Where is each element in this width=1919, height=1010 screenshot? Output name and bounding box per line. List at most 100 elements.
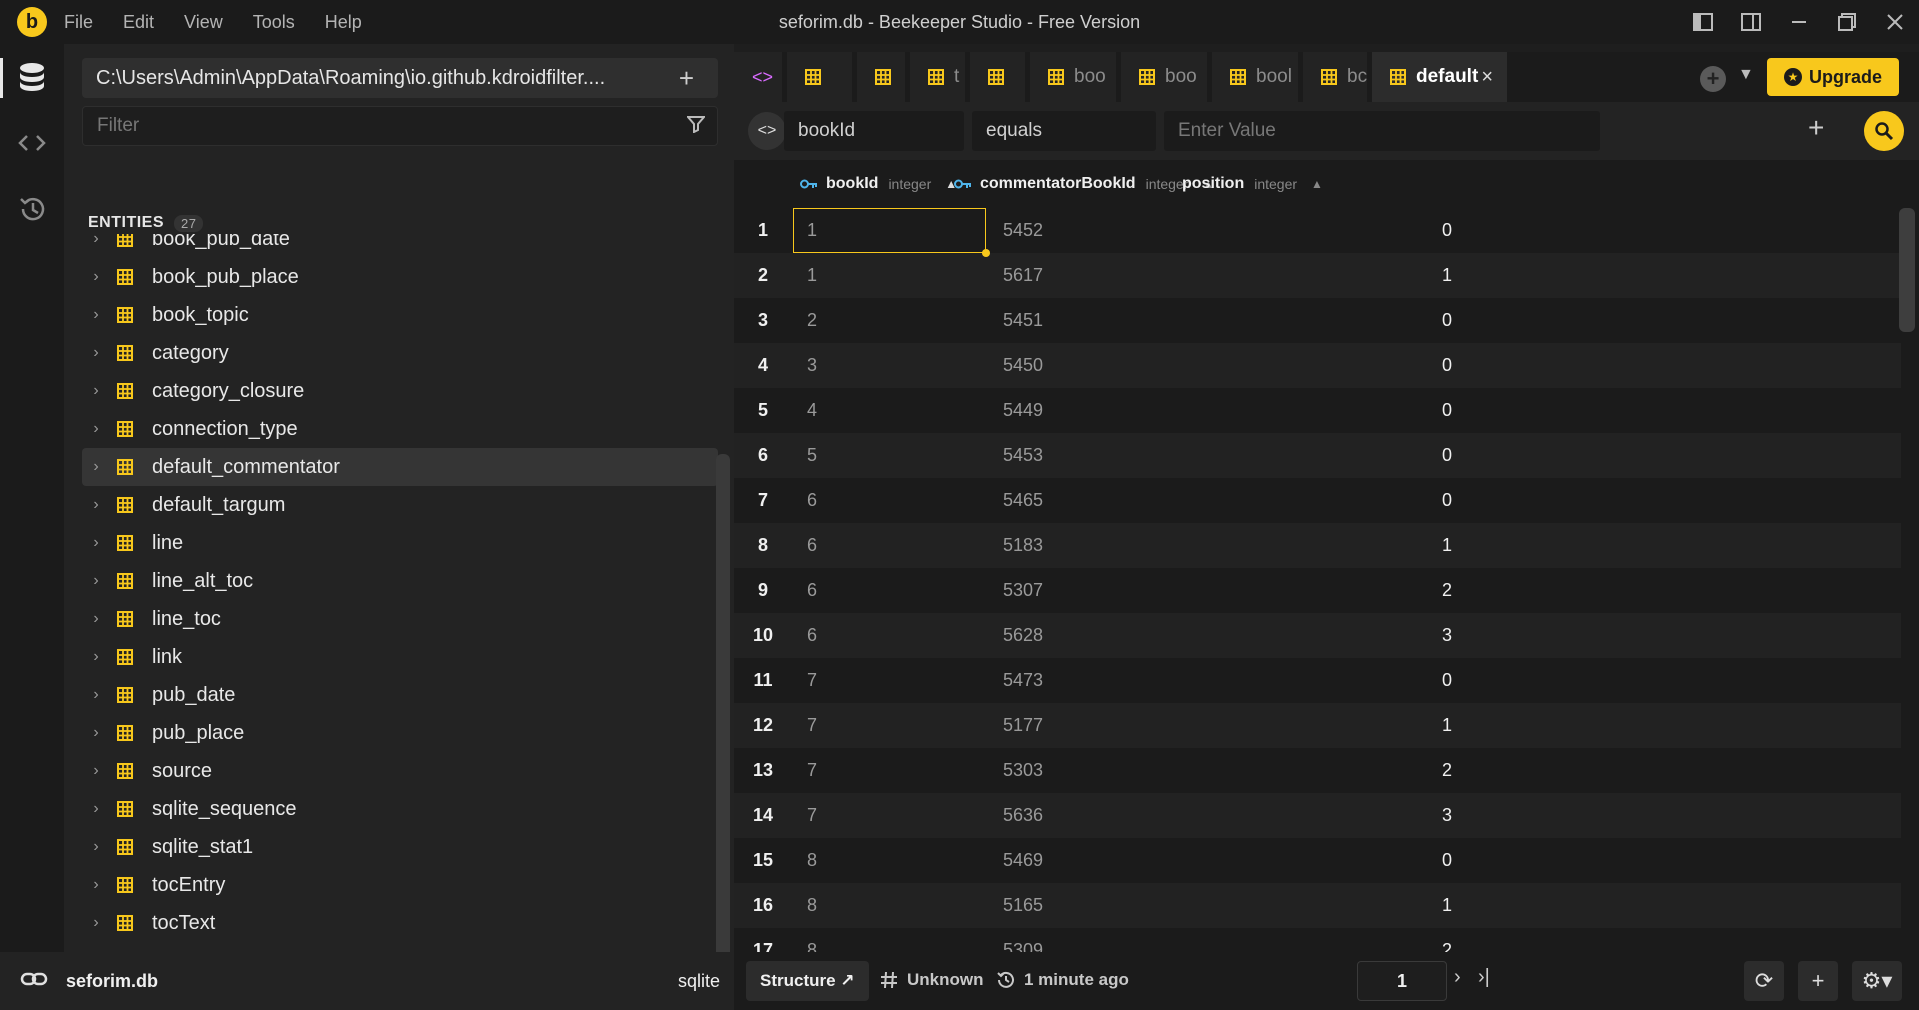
entity-item-book-pub-place[interactable]: › book_pub_place bbox=[82, 258, 718, 296]
add-connection-button[interactable]: + bbox=[679, 63, 694, 94]
menu-help[interactable]: Help bbox=[325, 12, 362, 33]
cell-commentatorbookid[interactable]: 5451 bbox=[1003, 310, 1043, 331]
toggle-panel-icon[interactable] bbox=[1727, 0, 1775, 44]
tab-query[interactable]: <> bbox=[734, 52, 782, 102]
chevron-right-icon[interactable]: › bbox=[82, 382, 110, 400]
table-row[interactable]: 8 6 5183 1 bbox=[734, 523, 1901, 568]
cell-position[interactable]: 0 bbox=[1422, 490, 1452, 511]
cell-commentatorbookid[interactable]: 5177 bbox=[1003, 715, 1043, 736]
cell-position[interactable]: 0 bbox=[1422, 355, 1452, 376]
menu-view[interactable]: View bbox=[184, 12, 223, 33]
cell-bookid[interactable]: 7 bbox=[807, 760, 817, 781]
cell-position[interactable]: 1 bbox=[1422, 895, 1452, 916]
page-number-input[interactable]: 1 bbox=[1357, 961, 1447, 1001]
entity-item-default-commentator[interactable]: › default_commentator bbox=[82, 448, 718, 486]
cell-position[interactable]: 0 bbox=[1422, 445, 1452, 466]
tab-table-2[interactable] bbox=[857, 52, 905, 102]
cell-bookid[interactable]: 6 bbox=[807, 490, 817, 511]
cell-bookid[interactable]: 2 bbox=[807, 310, 817, 331]
tab-table-8[interactable]: bc bbox=[1303, 52, 1367, 102]
table-row[interactable]: 7 6 5465 0 bbox=[734, 478, 1901, 523]
cell-commentatorbookid[interactable]: 5473 bbox=[1003, 670, 1043, 691]
search-icon[interactable] bbox=[1864, 111, 1904, 151]
tab-table-4[interactable] bbox=[970, 52, 1025, 102]
cell-commentatorbookid[interactable]: 5307 bbox=[1003, 580, 1043, 601]
toggle-sidebar-icon[interactable] bbox=[1679, 0, 1727, 44]
cell-bookid[interactable]: 7 bbox=[807, 715, 817, 736]
chevron-right-icon[interactable]: › bbox=[82, 838, 110, 856]
entity-item-book-topic[interactable]: › book_topic bbox=[82, 296, 718, 334]
entity-item-link[interactable]: › link bbox=[82, 638, 718, 676]
table-row[interactable]: 6 5 5453 0 bbox=[734, 433, 1901, 478]
entity-item-sqlite-stat1[interactable]: › sqlite_stat1 bbox=[82, 828, 718, 866]
entity-item-line-toc[interactable]: › line_toc bbox=[82, 600, 718, 638]
entity-item-source[interactable]: › source bbox=[82, 752, 718, 790]
column-header-position[interactable]: position integer ▲ bbox=[1182, 160, 1323, 208]
cell-position[interactable]: 2 bbox=[1422, 940, 1452, 952]
last-page-icon[interactable]: ›| bbox=[1478, 966, 1490, 989]
cell-commentatorbookid[interactable]: 5309 bbox=[1003, 940, 1043, 952]
cell-position[interactable]: 3 bbox=[1422, 805, 1452, 826]
cell-bookid[interactable]: 1 bbox=[807, 265, 817, 286]
raw-filter-code-icon[interactable]: <> bbox=[748, 112, 786, 150]
entity-item-category-closure[interactable]: › category_closure bbox=[82, 372, 718, 410]
table-row[interactable]: 11 7 5473 0 bbox=[734, 658, 1901, 703]
chevron-right-icon[interactable]: › bbox=[82, 268, 110, 286]
sidebar-scrollbar[interactable] bbox=[716, 454, 730, 996]
menu-tools[interactable]: Tools bbox=[253, 12, 295, 33]
table-row[interactable]: 16 8 5165 1 bbox=[734, 883, 1901, 928]
column-header-bookid[interactable]: bookId integer ▲ bbox=[800, 160, 957, 208]
minimize-icon[interactable] bbox=[1775, 0, 1823, 44]
chevron-right-icon[interactable]: › bbox=[82, 914, 110, 932]
table-row[interactable]: 5 4 5449 0 bbox=[734, 388, 1901, 433]
chevron-right-icon[interactable]: › bbox=[82, 610, 110, 628]
cell-bookid[interactable]: 8 bbox=[807, 940, 817, 952]
settings-gear-icon[interactable]: ⚙▾ bbox=[1852, 961, 1902, 1001]
cell-bookid[interactable]: 8 bbox=[807, 850, 817, 871]
table-row[interactable]: 2 1 5617 1 bbox=[734, 253, 1901, 298]
cell-position[interactable]: 0 bbox=[1422, 670, 1452, 691]
cell-position[interactable]: 2 bbox=[1422, 760, 1452, 781]
next-page-icon[interactable]: › bbox=[1454, 966, 1461, 989]
tab-table-9[interactable]: default × bbox=[1372, 52, 1507, 102]
upgrade-button[interactable]: ★ Upgrade bbox=[1767, 58, 1899, 96]
chevron-right-icon[interactable]: › bbox=[82, 534, 110, 552]
cell-position[interactable]: 3 bbox=[1422, 625, 1452, 646]
tab-table-3[interactable]: t bbox=[910, 52, 965, 102]
chevron-right-icon[interactable]: › bbox=[82, 876, 110, 894]
cell-position[interactable]: 2 bbox=[1422, 580, 1452, 601]
chevron-right-icon[interactable]: › bbox=[82, 420, 110, 438]
connection-path[interactable]: C:\Users\Admin\AppData\Roaming\io.github… bbox=[82, 58, 718, 98]
chevron-right-icon[interactable]: › bbox=[82, 762, 110, 780]
cell-position[interactable]: 0 bbox=[1422, 220, 1452, 241]
cell-commentatorbookid[interactable]: 5303 bbox=[1003, 760, 1043, 781]
cell-bookid[interactable]: 3 bbox=[807, 355, 817, 376]
column-header-commentatorbookid[interactable]: commentatorBookId integer ▲ bbox=[954, 160, 1214, 208]
chevron-right-icon[interactable]: › bbox=[82, 800, 110, 818]
entity-item-pub-date[interactable]: › pub_date bbox=[82, 676, 718, 714]
cell-position[interactable]: 0 bbox=[1422, 310, 1452, 331]
entity-item-pub-place[interactable]: › pub_place bbox=[82, 714, 718, 752]
cell-commentatorbookid[interactable]: 5450 bbox=[1003, 355, 1043, 376]
table-row[interactable]: 9 6 5307 2 bbox=[734, 568, 1901, 613]
cell-commentatorbookid[interactable]: 5636 bbox=[1003, 805, 1043, 826]
structure-button[interactable]: Structure ↗ bbox=[746, 961, 869, 1001]
entity-item-sqlite-sequence[interactable]: › sqlite_sequence bbox=[82, 790, 718, 828]
entity-item-line[interactable]: › line bbox=[82, 524, 718, 562]
cell-position[interactable]: 0 bbox=[1422, 850, 1452, 871]
cell-commentatorbookid[interactable]: 5453 bbox=[1003, 445, 1043, 466]
table-row[interactable]: 3 2 5451 0 bbox=[734, 298, 1901, 343]
cell-fill-handle[interactable] bbox=[982, 249, 990, 257]
menu-file[interactable]: File bbox=[64, 12, 93, 33]
history-icon[interactable] bbox=[0, 176, 64, 242]
tab-table-1[interactable] bbox=[787, 52, 852, 102]
tab-table-5[interactable]: boo bbox=[1030, 52, 1116, 102]
table-row[interactable]: 12 7 5177 1 bbox=[734, 703, 1901, 748]
cell-bookid[interactable]: 5 bbox=[807, 445, 817, 466]
cell-position[interactable]: 1 bbox=[1422, 715, 1452, 736]
cell-commentatorbookid[interactable]: 5628 bbox=[1003, 625, 1043, 646]
entity-item-tocText[interactable]: › tocText bbox=[82, 904, 718, 942]
tab-table-7[interactable]: bool bbox=[1212, 52, 1298, 102]
code-icon[interactable] bbox=[0, 110, 64, 176]
entity-item-line-alt-toc[interactable]: › line_alt_toc bbox=[82, 562, 718, 600]
